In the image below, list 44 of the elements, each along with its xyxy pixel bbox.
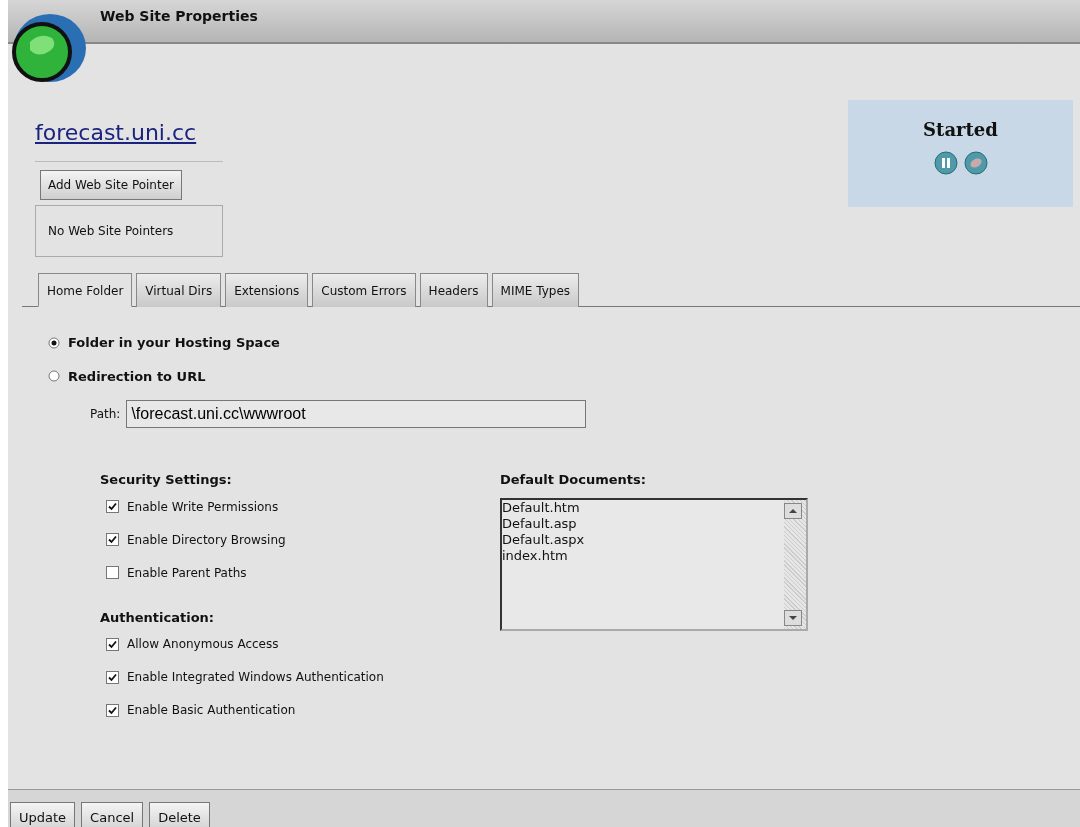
footer-button[interactable]: Delete <box>149 802 210 827</box>
checkbox[interactable] <box>106 670 119 684</box>
radio-label: Folder in your Hosting Space <box>68 334 280 352</box>
footer-button[interactable]: Update <box>10 802 76 827</box>
list-item[interactable]: index.htm <box>502 547 784 564</box>
section-heading: Security Settings: <box>100 471 233 489</box>
checkbox-label: Enable Write Permissions <box>127 498 279 516</box>
window-title: Web Site Properties <box>100 7 258 26</box>
checkbox-label: Allow Anonymous Access <box>127 636 279 653</box>
radio-button[interactable] <box>48 336 60 349</box>
tab[interactable]: Custom Errors <box>312 273 416 307</box>
section-heading: Default Documents: <box>500 471 647 489</box>
checkbox[interactable] <box>106 500 119 513</box>
status-label: Started <box>923 118 998 142</box>
stop-icon[interactable] <box>962 151 989 175</box>
path-label: Path: <box>90 406 121 423</box>
checkbox-label: Enable Integrated Windows Authentication <box>127 669 384 686</box>
section-heading: Authentication: <box>100 608 216 627</box>
tab[interactable]: MIME Types <box>491 273 580 307</box>
tab[interactable]: Extensions <box>225 273 309 307</box>
checkbox[interactable] <box>106 566 119 579</box>
checkbox[interactable] <box>106 637 119 651</box>
empty-pointers-message: No Web Site Pointers <box>35 205 223 257</box>
list-item[interactable]: Default.aspx <box>502 531 784 548</box>
scroll-down-icon[interactable] <box>784 609 802 626</box>
radio-label: Redirection to URL <box>68 367 206 386</box>
list-item[interactable]: Default.asp <box>502 515 784 532</box>
tab[interactable]: Headers <box>419 273 488 307</box>
tab[interactable]: Home Folder <box>38 273 133 307</box>
checkbox[interactable] <box>106 703 119 717</box>
footer-button[interactable]: Cancel <box>81 802 144 827</box>
checkbox-label: Enable Directory Browsing <box>127 531 286 549</box>
add-pointer-button[interactable]: Add Web Site Pointer <box>40 170 182 200</box>
list-item[interactable]: Default.htm <box>502 499 784 516</box>
site-link[interactable]: forecast.uni.cc <box>35 116 197 149</box>
checkbox-label: Enable Parent Paths <box>127 564 247 582</box>
tab[interactable]: Virtual Dirs <box>136 273 222 307</box>
documents-listbox[interactable]: Default.htm Default.asp Default.aspx index.htm <box>500 497 808 631</box>
checkbox-label: Enable Basic Authentication <box>127 702 296 719</box>
checkbox[interactable] <box>106 533 119 546</box>
radio-button[interactable] <box>48 370 60 383</box>
pause-icon[interactable] <box>932 151 959 175</box>
path-field[interactable]: \forecast.uni.cc\wwwroot <box>126 400 587 428</box>
scroll-up-icon[interactable] <box>784 502 802 519</box>
